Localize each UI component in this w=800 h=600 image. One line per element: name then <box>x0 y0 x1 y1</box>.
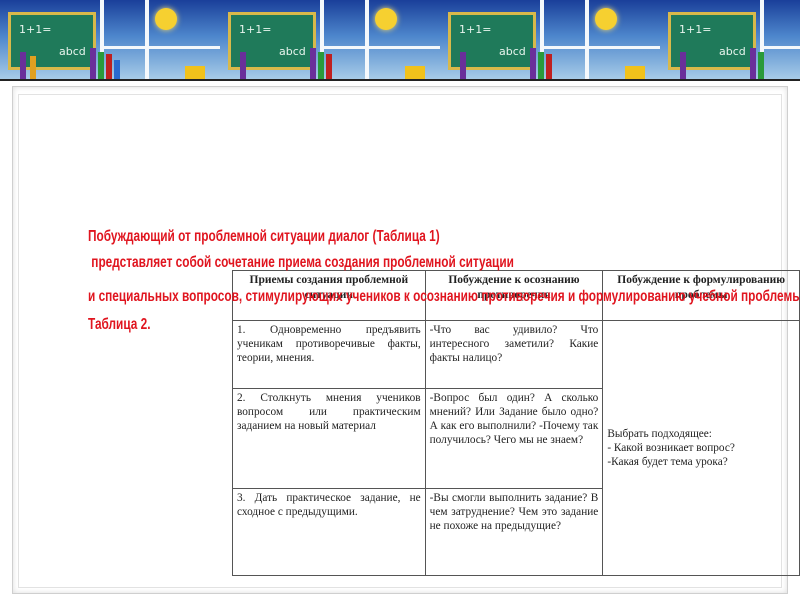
contradiction-cell: -Вопрос был один? А сколько мнений? Или … <box>424 388 604 489</box>
overlay-line: Побуждающий от проблемной ситуации диало… <box>88 228 440 245</box>
shelf-line <box>0 79 800 81</box>
technique-cell: 3. Дать практическое задание, не сходное… <box>232 488 426 576</box>
contradiction-cell: -Что вас удивило? Что интересного замети… <box>424 320 604 389</box>
formulation-cell: Выбрать подходящее: - Какой возникает во… <box>602 320 800 576</box>
contradiction-cell: -Вы смогли выполнить задание? В чем затр… <box>424 488 604 576</box>
banner-tile: 1+1= abcd <box>0 0 220 80</box>
overlay-line: Таблица 2. <box>88 316 151 333</box>
dialog-table: Приемы создания проблемной ситуации Побу… <box>232 270 800 576</box>
technique-cell: 2. Столкнуть мнения учеников вопросом ил… <box>232 388 426 489</box>
overlay-line: представляет собой сочетание приема созд… <box>88 254 514 271</box>
table-row: 1. Одновременно предъявить ученикам прот… <box>232 320 800 576</box>
pencil-cup-icon <box>185 66 205 80</box>
overlay-line: и специальных вопросов, стимулирующих уч… <box>88 288 800 305</box>
header-banner: 1+1= abcd 1+1= abcd 1+1= abcd 1+1= abcd <box>0 0 800 80</box>
sun-icon <box>155 8 177 30</box>
technique-cell: 1. Одновременно предъявить ученикам прот… <box>232 320 426 389</box>
